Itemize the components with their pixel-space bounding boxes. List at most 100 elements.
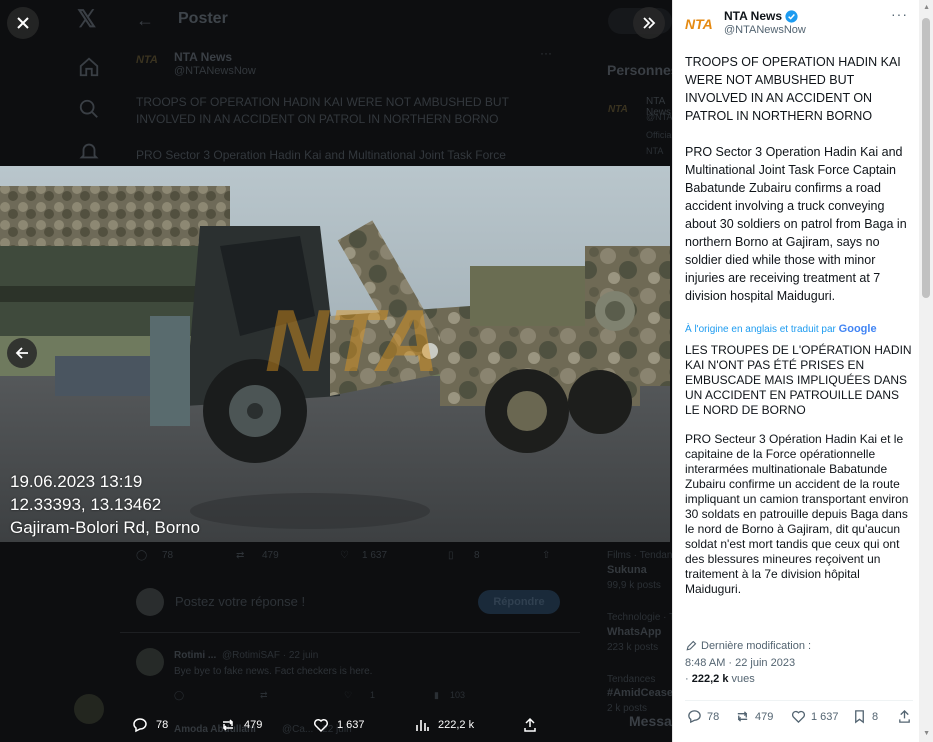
post-detail-panel: NTA NTA News @NTANewsNow ··· TROOPS OF O… — [672, 0, 933, 742]
last-modified-label: Dernière modification : — [701, 640, 812, 652]
repost-icon[interactable]: ⇄ — [260, 690, 268, 701]
post-body: PRO Sector 3 Operation Hadin Kai and Mul… — [685, 145, 907, 303]
like-button[interactable]: 1 637 — [313, 716, 365, 734]
home-icon[interactable] — [78, 56, 100, 78]
bookmark-count: 8 — [474, 550, 480, 561]
repost-count: 479 — [244, 719, 263, 731]
repost-button[interactable]: 479 — [220, 716, 262, 734]
trend-name[interactable]: WhatsApp — [607, 626, 661, 638]
trend-category: Tendances — [607, 674, 656, 685]
trend-category: Films · Tendance — [607, 550, 672, 561]
reply-icon[interactable]: ◯ — [174, 690, 184, 701]
verified-badge-icon — [785, 9, 798, 23]
reply-count: 78 — [156, 719, 169, 731]
heart-icon — [792, 710, 805, 724]
explore-icon[interactable] — [78, 98, 100, 120]
post-timestamp[interactable]: 8:48 AM · 22 juin 2023 — [685, 657, 795, 669]
trend-count: 99,9 k posts — [607, 580, 661, 591]
translation-note[interactable]: À l'origine en anglais et traduit par Go… — [685, 323, 877, 335]
person-bio: NTA — [646, 146, 664, 156]
tweet-actions: ◯ 78 ⇄ 479 ♡ 1 637 ▯ 8 ⇧ — [136, 548, 556, 566]
media-action-bar: 78 479 1 637 222,2 k — [0, 708, 672, 740]
views-count: 103 — [450, 690, 466, 700]
close-icon — [17, 17, 29, 29]
repost-icon — [222, 719, 234, 731]
author-name-label: NTA News — [724, 9, 783, 23]
post-title: TROOPS OF OPERATION HADIN KAI WERE NOT A… — [685, 55, 901, 123]
share-button[interactable] — [897, 709, 912, 724]
reply-count: 78 — [707, 710, 720, 723]
views-count: 222,2 k — [691, 673, 729, 685]
double-chevron-right-icon — [643, 17, 656, 29]
translation-note-label: À l'origine en anglais et traduit par — [685, 324, 836, 335]
photo-location: Gajiram-Bolori Rd, Borno — [10, 518, 200, 537]
author-handle[interactable]: @NTANewsNow — [174, 65, 256, 77]
like-count: 1 — [370, 690, 376, 700]
person-bio: Official — [646, 130, 672, 140]
scroll-up-arrow-icon[interactable]: ▲ — [923, 4, 930, 11]
reply-button[interactable]: Répondre — [478, 590, 560, 614]
person-logo[interactable]: NTA — [608, 104, 628, 115]
media-photo[interactable]: NTA 19.06.2023 13:19 12.33393, 13.13462 … — [0, 166, 670, 542]
like-icon[interactable]: ♡ — [340, 550, 349, 561]
reply-icon — [133, 718, 147, 733]
photo-coordinates: 12.33393, 13.13462 — [10, 495, 162, 514]
scrollbar[interactable]: ▲ ▼ — [919, 0, 933, 742]
reply-button[interactable]: 78 — [132, 716, 168, 734]
relevant-people-heading: Personnes pertinentes — [607, 62, 672, 78]
repost-icon[interactable]: ⇄ — [236, 550, 244, 561]
author-logo[interactable]: NTA — [136, 54, 166, 76]
svg-text:NTA: NTA — [685, 16, 713, 32]
tweet-text-body: PRO Sector 3 Operation Hadin Kai and Mul… — [136, 148, 506, 162]
like-button[interactable]: 1 637 — [791, 709, 839, 724]
comment-actions: ◯ ⇄ ♡ 1 ▮ 103 — [174, 690, 494, 704]
back-arrow-icon[interactable]: ← — [136, 10, 154, 31]
divider — [120, 632, 580, 633]
comment-author-name[interactable]: Rotimi ... — [174, 650, 216, 661]
x-logo-icon[interactable]: 𝕏 — [77, 8, 99, 32]
reply-count: 78 — [162, 550, 174, 561]
reply-input[interactable]: Postez votre réponse ! — [175, 594, 305, 609]
trend-count: 223 k posts — [607, 642, 659, 653]
previous-media-button[interactable] — [7, 338, 37, 368]
bookmark-icon[interactable]: ▯ — [448, 550, 454, 561]
arrow-left-icon — [15, 347, 28, 359]
like-icon[interactable]: ♡ — [344, 690, 352, 701]
like-count: 1 637 — [362, 550, 388, 561]
views-label: vues — [731, 673, 755, 685]
author-name[interactable]: NTA News — [724, 9, 798, 23]
scroll-down-arrow-icon[interactable]: ▼ — [923, 730, 930, 737]
collapse-panel-button[interactable] — [633, 7, 665, 39]
comment-text: Bye bye to fake news. Fact checkers is h… — [174, 666, 373, 677]
repost-count: 479 — [262, 550, 279, 561]
share-button[interactable] — [522, 716, 538, 734]
avatar[interactable] — [136, 648, 164, 676]
like-count: 1 637 — [337, 719, 365, 731]
author-handle[interactable]: @NTANewsNow — [724, 24, 806, 36]
translated-title: LES TROUPES DE L'OPÉRATION HADIN KAI N'O… — [685, 343, 912, 417]
repost-button[interactable]: 479 — [735, 709, 773, 724]
header-title: Poster — [178, 10, 228, 27]
trend-name[interactable]: #AmidCeasefire — [607, 687, 672, 699]
more-options-icon[interactable]: ··· — [540, 46, 552, 60]
views-button[interactable]: 222,2 k — [414, 716, 474, 734]
reply-icon[interactable]: ◯ — [136, 550, 147, 561]
trend-name[interactable]: Sukuna — [607, 564, 647, 576]
photo-timestamp: 19.06.2023 13:19 — [10, 472, 143, 491]
more-options-icon[interactable]: ··· — [891, 6, 908, 22]
author-name[interactable]: NTA News — [174, 50, 232, 64]
notifications-icon[interactable] — [78, 140, 100, 162]
comment-author-handle[interactable]: @RotimiSAF · 22 juin — [222, 650, 318, 661]
bookmark-button[interactable]: 8 — [852, 709, 878, 724]
scrollbar-thumb[interactable] — [922, 18, 930, 298]
share-icon[interactable]: ⇧ — [542, 550, 550, 561]
close-button[interactable] — [7, 7, 39, 39]
last-modified[interactable]: Dernière modification : — [685, 640, 811, 652]
like-count: 1 637 — [811, 710, 839, 723]
translated-body: PRO Secteur 3 Opération Hadin Kai et le … — [685, 432, 909, 596]
views-icon[interactable]: ▮ — [434, 690, 439, 701]
post-views: · 222,2 k vues — [685, 673, 755, 685]
reply-button[interactable]: 78 — [687, 709, 719, 724]
share-icon — [524, 717, 536, 732]
nta-logo[interactable]: NTA — [685, 14, 719, 34]
